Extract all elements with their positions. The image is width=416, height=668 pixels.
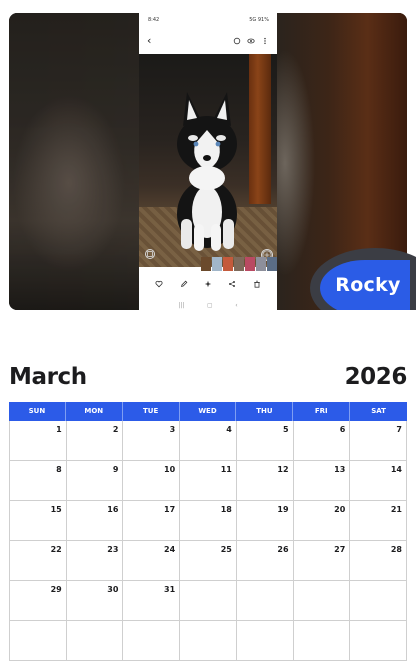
calendar-day-cell [180, 621, 237, 661]
calendar-day-cell: 22 [10, 541, 67, 581]
calendar-day-cell: 16 [66, 501, 124, 541]
weekday-label: THU [236, 402, 294, 421]
pet-name-badge: Rocky [320, 260, 410, 310]
day-number: 27 [334, 545, 346, 554]
calendar-day-cell: 28 [350, 541, 407, 581]
day-number: 3 [169, 425, 176, 434]
calendar-day-cell: 19 [236, 501, 294, 541]
day-number: 31 [164, 585, 176, 594]
day-number: 2 [112, 425, 119, 434]
calendar-day-cell: 4 [180, 421, 237, 461]
calendar-day-cell: 11 [180, 461, 237, 501]
calendar-day-cell [123, 621, 181, 661]
calendar-day-cell [10, 621, 67, 661]
weekday-label: SAT [371, 407, 386, 415]
calendar-day-cell: 14 [350, 461, 407, 501]
badge-clip: Rocky [0, 0, 416, 310]
day-number: 21 [390, 505, 402, 514]
calendar-day-cell [180, 581, 237, 621]
calendar-day-cell: 2 [66, 421, 124, 461]
day-number: 12 [277, 465, 289, 474]
calendar-day-cell: 20 [293, 501, 351, 541]
day-number: 13 [334, 465, 346, 474]
calendar-day-cell: 31 [123, 581, 181, 621]
calendar-day-cell [350, 581, 407, 621]
calendar-day-cell: 27 [293, 541, 351, 581]
day-number: 20 [334, 505, 346, 514]
day-number: 24 [164, 545, 176, 554]
calendar-day-cell [293, 621, 351, 661]
weekday-label: TUE [123, 402, 180, 421]
calendar-day-cell: 18 [180, 501, 237, 541]
day-number: 30 [107, 585, 119, 594]
calendar-day-cell: 23 [66, 541, 124, 581]
calendar-weeks: 1 2 3 4 5 6 7 8 9 10 11 12 13 14 15 16 17 18 19 20 21 22 23 24 2… [9, 421, 407, 661]
calendar-day-cell: 7 [350, 421, 407, 461]
day-number: 16 [107, 505, 119, 514]
calendar-day-cell: 25 [180, 541, 237, 581]
calendar-day-cell: 1 [10, 421, 67, 461]
weekday-label: WED [180, 402, 237, 421]
weekday-label: FRI [293, 402, 351, 421]
calendar-day-cell: 6 [293, 421, 351, 461]
calendar-day-cell: 17 [123, 501, 181, 541]
day-number: 5 [282, 425, 289, 434]
calendar-day-cell [293, 581, 351, 621]
day-number: 6 [339, 425, 346, 434]
calendar-day-cell: 24 [123, 541, 181, 581]
calendar-day-cell: 9 [66, 461, 124, 501]
calendar-day-cell: 3 [123, 421, 181, 461]
calendar-day-cell [236, 581, 294, 621]
calendar-day-cell [66, 621, 124, 661]
calendar-day-cell [236, 621, 294, 661]
day-number: 1 [56, 425, 62, 434]
day-number: 23 [107, 545, 119, 554]
day-number: 7 [396, 425, 402, 434]
day-number: 17 [164, 505, 176, 514]
calendar-day-cell: 12 [236, 461, 294, 501]
day-number: 14 [390, 465, 402, 474]
calendar-day-cell: 15 [10, 501, 67, 541]
calendar-day-cell: 26 [236, 541, 294, 581]
day-number: 10 [164, 465, 176, 474]
day-number: 25 [220, 545, 232, 554]
weekday-label: SUN [9, 402, 66, 421]
day-number: 11 [220, 465, 232, 474]
calendar-day-cell: 5 [236, 421, 294, 461]
day-number: 28 [390, 545, 402, 554]
year-title: 2026 [344, 364, 408, 390]
day-number: 29 [50, 585, 62, 594]
day-number: 4 [226, 425, 232, 434]
calendar-day-cell: 13 [293, 461, 351, 501]
pet-name: Rocky [335, 274, 401, 296]
weekday-label: MON [66, 402, 123, 421]
calendar-day-cell: 10 [123, 461, 181, 501]
calendar-grid: SUN MON TUE WED THU FRI SAT 1 2 3 4 5 6 7 8 9 10 1… [9, 402, 407, 661]
day-number: 19 [277, 505, 289, 514]
day-number: 15 [50, 505, 62, 514]
calendar-day-cell: 8 [10, 461, 67, 501]
calendar-day-cell: 21 [350, 501, 407, 541]
weekday-header-row: SUN MON TUE WED THU FRI SAT [9, 402, 407, 421]
calendar-day-cell: 29 [10, 581, 67, 621]
month-title: March [9, 364, 87, 390]
day-number: 8 [56, 465, 62, 474]
day-number: 26 [277, 545, 289, 554]
calendar-day-cell: 30 [66, 581, 124, 621]
calendar-day-cell [350, 621, 407, 661]
day-number: 22 [50, 545, 62, 554]
day-number: 9 [112, 465, 119, 474]
day-number: 18 [220, 505, 232, 514]
